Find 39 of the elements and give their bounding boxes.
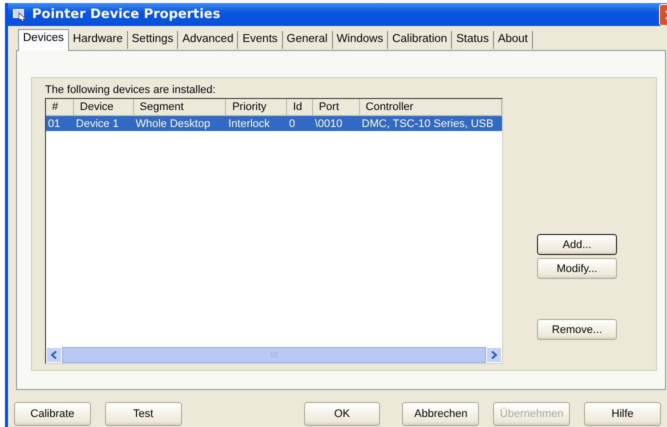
column-header[interactable]: Segment: [134, 99, 226, 115]
tab[interactable]: General: [282, 31, 333, 49]
dialog-button[interactable]: Remove...: [537, 319, 617, 340]
tab[interactable]: Calibration: [388, 31, 452, 49]
table-cell-text: 0: [288, 118, 296, 130]
table-cell-text: 01: [47, 118, 62, 130]
tab[interactable]: Status: [452, 31, 494, 49]
table-cell-text: Device 1: [74, 118, 120, 130]
tab[interactable]: Windows: [332, 31, 388, 49]
window-title: Pointer Device Properties: [32, 7, 220, 22]
pointer-icon: [13, 8, 27, 20]
table-cell-text: \0010: [314, 118, 344, 130]
tab[interactable]: Hardware: [68, 31, 128, 49]
table-cell-text: DMC, TSC-10 Series, USB: [360, 118, 494, 130]
tab[interactable]: Settings: [128, 31, 178, 49]
column-header[interactable]: Id: [286, 99, 313, 115]
tab[interactable]: About: [494, 31, 533, 49]
table-cell-text: Interlock: [227, 118, 271, 130]
scroll-right-button[interactable]: [486, 347, 502, 363]
dialog-button[interactable]: Test: [104, 402, 182, 426]
dialog-button[interactable]: Modify...: [537, 258, 617, 279]
column-header[interactable]: #: [46, 99, 74, 115]
dialog-button[interactable]: Hilfe: [584, 402, 661, 426]
dialog-button[interactable]: Add...: [537, 234, 617, 255]
scroll-left-button[interactable]: [46, 347, 62, 363]
list-label: The following devices are installed:: [45, 84, 217, 96]
tab[interactable]: Advanced: [178, 31, 238, 49]
tab[interactable]: Devices: [18, 29, 69, 51]
column-header[interactable]: Port: [312, 99, 360, 115]
dialog-button[interactable]: Abbrechen: [402, 402, 480, 426]
column-header[interactable]: Device: [74, 99, 134, 115]
dialog-button[interactable]: OK: [304, 402, 380, 426]
dialog-button[interactable]: Calibrate: [14, 402, 91, 426]
device-row[interactable]: 01 Device 1 Whole Desktop Interlock 0 \0010 DMC, TSC-10 Series, USB: [46, 116, 502, 131]
column-header[interactable]: Controller: [360, 99, 502, 115]
table-cell-text: Whole Desktop: [134, 118, 212, 130]
column-header[interactable]: Priority: [226, 99, 287, 115]
device-list[interactable]: # Device Segment Priority Id Port Controller 01 Device 1 Whole Desktop Interlock 0 \0010 DMC, TSC-10 Series, USB: [45, 98, 503, 364]
tab[interactable]: Events: [238, 31, 283, 49]
